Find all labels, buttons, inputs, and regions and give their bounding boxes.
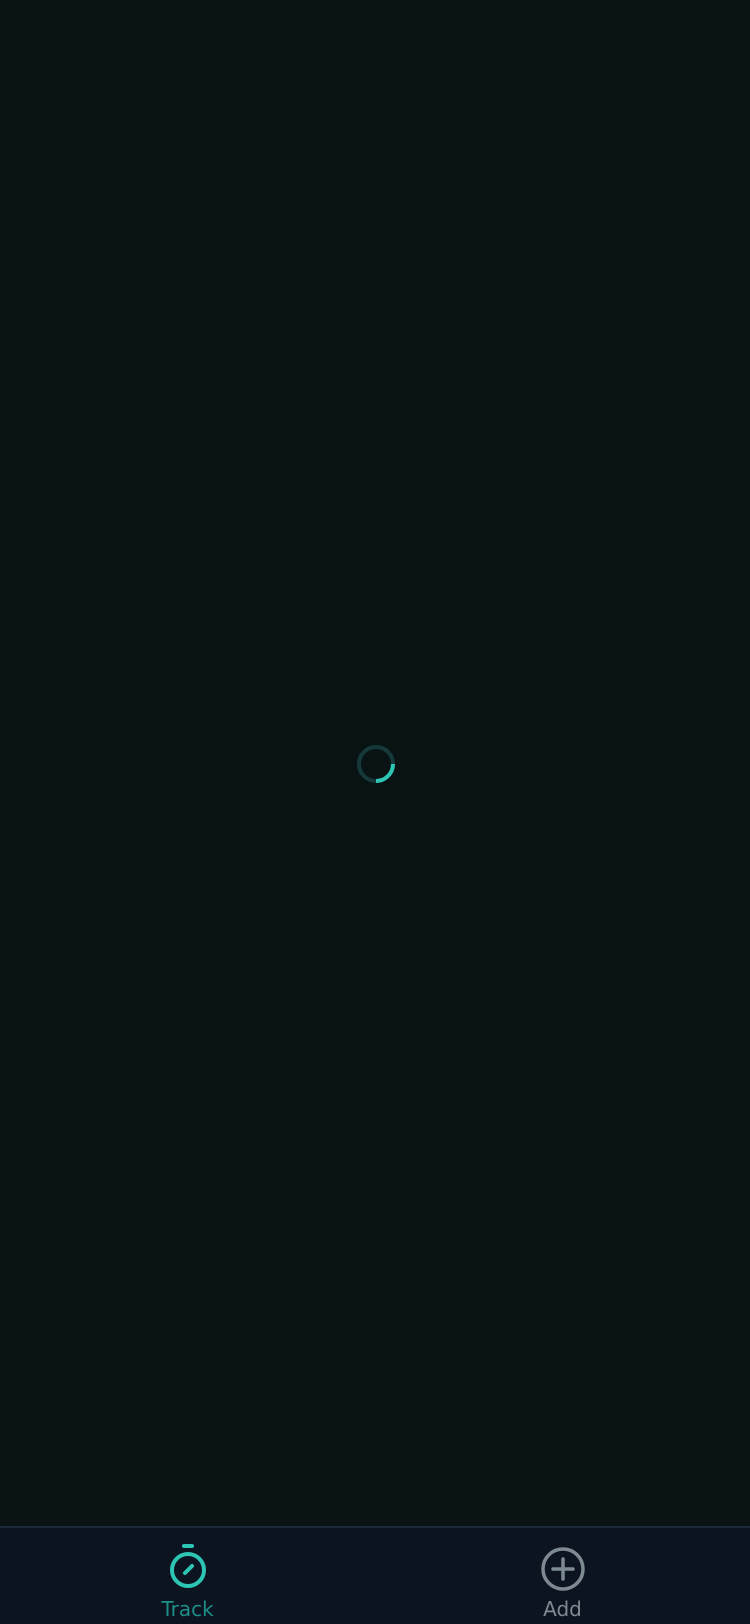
- loading-spinner-icon: [357, 745, 395, 783]
- tab-track-label: Track: [161, 1597, 214, 1621]
- tab-add[interactable]: Add: [375, 1528, 750, 1624]
- content-area: [0, 0, 750, 1526]
- app-screen: Track Add: [0, 0, 750, 1624]
- stopwatch-icon: [169, 1544, 206, 1588]
- tab-add-label: Add: [543, 1597, 582, 1621]
- tab-track[interactable]: Track: [0, 1528, 375, 1624]
- bottom-tab-bar: Track Add: [0, 1526, 750, 1624]
- plus-circle-icon: [540, 1547, 585, 1591]
